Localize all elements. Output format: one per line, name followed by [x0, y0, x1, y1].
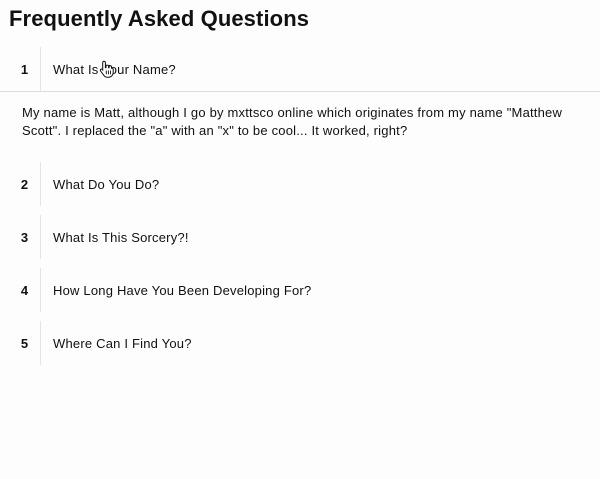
faq-number: 5 — [0, 321, 41, 365]
faq-question-row-3[interactable]: 3 What Is This Sorcery?! — [0, 215, 600, 259]
faq-question: What Is This Sorcery?! — [53, 229, 189, 245]
faq-question: How Long Have You Been Developing For? — [53, 282, 312, 298]
faq-question: What Do You Do? — [53, 176, 160, 192]
faq-question-row-1[interactable]: 1 What Is Your Name? — [0, 47, 600, 92]
faq-number: 3 — [0, 215, 41, 259]
page-title: Frequently Asked Questions — [9, 6, 310, 31]
faq-number: 1 — [0, 47, 41, 91]
faq-item-4: 4 How Long Have You Been Developing For? — [0, 268, 600, 312]
faq-item-3: 3 What Is This Sorcery?! — [0, 215, 600, 259]
hand-pointer-icon — [99, 60, 114, 78]
faq-item-2: 2 What Do You Do? — [0, 162, 600, 206]
faq-number: 4 — [0, 268, 41, 312]
faq-question-row-2[interactable]: 2 What Do You Do? — [0, 162, 600, 206]
faq-item-1: 1 What Is Your Name? My name is Matt, al… — [0, 47, 600, 154]
faq-number: 2 — [0, 162, 41, 206]
faq-spacer — [0, 259, 600, 268]
faq-list: 1 What Is Your Name? My name is Matt, al… — [0, 47, 600, 365]
faq-spacer — [0, 312, 600, 321]
faq-spacer — [0, 154, 600, 162]
faq-item-5: 5 Where Can I Find You? — [0, 321, 600, 365]
faq-page: Frequently Asked Questions 1 What Is You… — [0, 0, 600, 479]
faq-question-row-4[interactable]: 4 How Long Have You Been Developing For? — [0, 268, 600, 312]
faq-answer: My name is Matt, although I go by mxttsc… — [22, 105, 563, 138]
faq-question: Where Can I Find You? — [53, 335, 192, 351]
faq-question-row-5[interactable]: 5 Where Can I Find You? — [0, 321, 600, 365]
faq-spacer — [0, 206, 600, 215]
